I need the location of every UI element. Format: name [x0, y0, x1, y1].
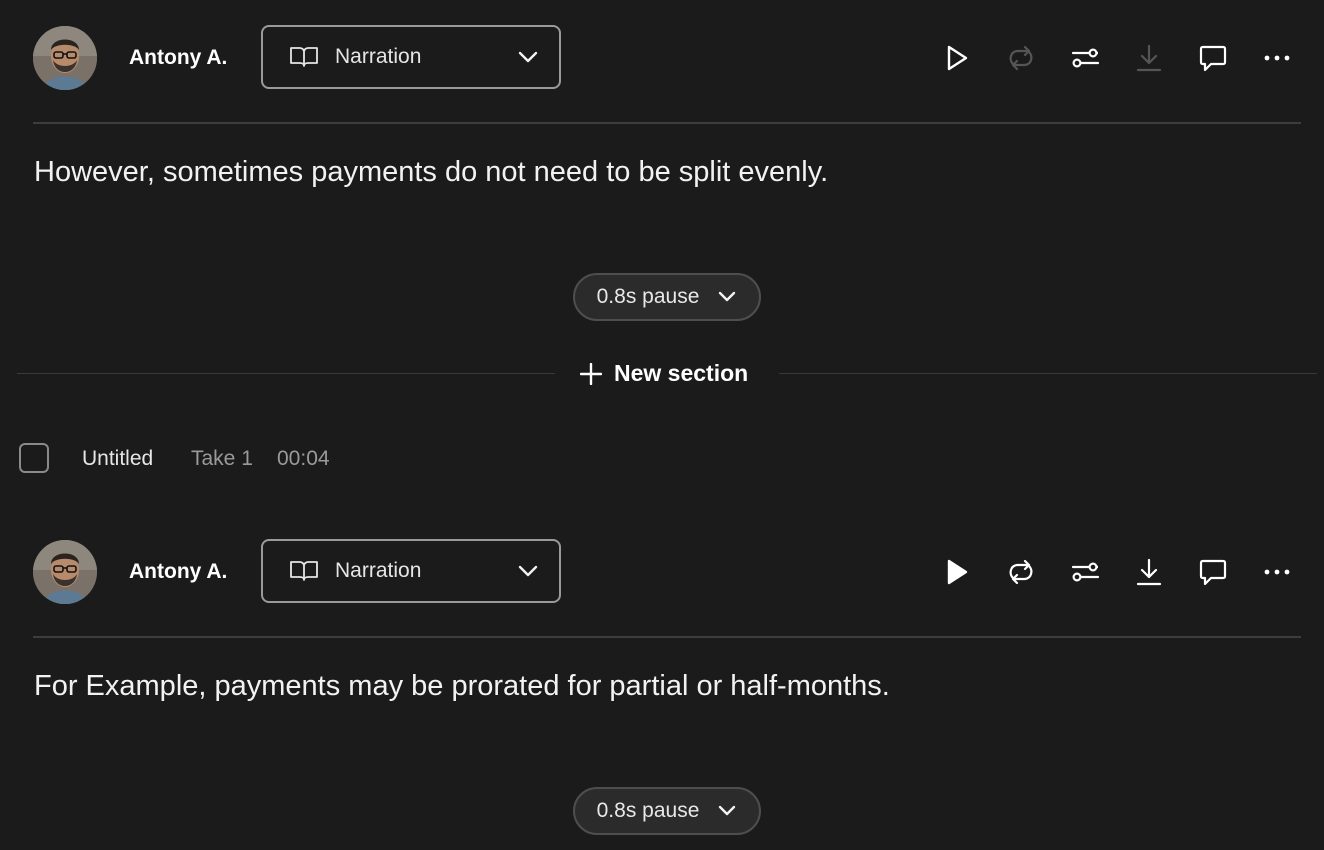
play-icon [947, 559, 968, 585]
voice-style-dropdown[interactable]: Narration [261, 25, 561, 89]
sentence-text[interactable]: For Example, payments may be prorated fo… [34, 670, 890, 703]
book-icon [289, 560, 319, 582]
sentence-text[interactable]: However, sometimes payments do not need … [34, 156, 828, 189]
chevron-down-icon [517, 50, 539, 64]
avatar-icon [33, 26, 97, 90]
more-options-button[interactable] [1259, 554, 1295, 590]
new-section-button[interactable]: New section [580, 360, 748, 387]
voice-style-label: Narration [335, 45, 422, 68]
download-button[interactable] [1131, 554, 1167, 590]
more-icon [1264, 55, 1290, 61]
comment-button[interactable] [1195, 40, 1231, 76]
voice-style-dropdown[interactable]: Narration [261, 539, 561, 603]
more-icon [1264, 569, 1290, 575]
chevron-down-icon [719, 291, 736, 302]
comment-icon [1199, 45, 1227, 72]
pause-label: 0.8s pause [596, 285, 700, 308]
pause-dropdown[interactable]: 0.8s pause [573, 787, 761, 835]
book-icon [289, 46, 319, 68]
pause-label: 0.8s pause [596, 799, 700, 822]
divider [33, 122, 1301, 124]
duration-label: 00:04 [277, 447, 330, 470]
speaker-name: Antony A. [129, 560, 228, 583]
speaker-avatar [33, 540, 97, 604]
regenerate-button[interactable] [1003, 554, 1039, 590]
plus-icon [580, 362, 602, 385]
section-divider-right [779, 373, 1317, 374]
avatar-icon [33, 540, 97, 604]
regenerate-icon [1009, 559, 1033, 585]
chevron-down-icon [517, 564, 539, 578]
more-options-button[interactable] [1259, 40, 1295, 76]
speaker-name: Antony A. [129, 46, 228, 69]
settings-sliders-icon [1071, 48, 1100, 68]
speaker-avatar [33, 26, 97, 90]
section-divider-left [17, 373, 555, 374]
chevron-down-icon [719, 805, 736, 816]
voice-settings-button[interactable] [1067, 554, 1103, 590]
take-label: Take 1 [191, 447, 253, 470]
section-title[interactable]: Untitled [82, 447, 153, 471]
play-button[interactable] [939, 40, 975, 76]
divider [33, 636, 1301, 638]
voice-style-label: Narration [335, 559, 422, 582]
pause-dropdown[interactable]: 0.8s pause [573, 273, 761, 321]
section-select-checkbox[interactable] [19, 443, 49, 473]
download-icon [1136, 558, 1162, 586]
play-button[interactable] [939, 554, 975, 590]
comment-button[interactable] [1195, 554, 1231, 590]
regenerate-icon [1009, 45, 1033, 71]
play-icon [947, 45, 968, 71]
comment-icon [1199, 559, 1227, 586]
download-icon [1136, 44, 1162, 72]
new-section-label: New section [614, 360, 749, 386]
voice-settings-button[interactable] [1067, 40, 1103, 76]
settings-sliders-icon [1071, 562, 1100, 582]
regenerate-button[interactable] [1003, 40, 1039, 76]
download-button[interactable] [1131, 40, 1167, 76]
